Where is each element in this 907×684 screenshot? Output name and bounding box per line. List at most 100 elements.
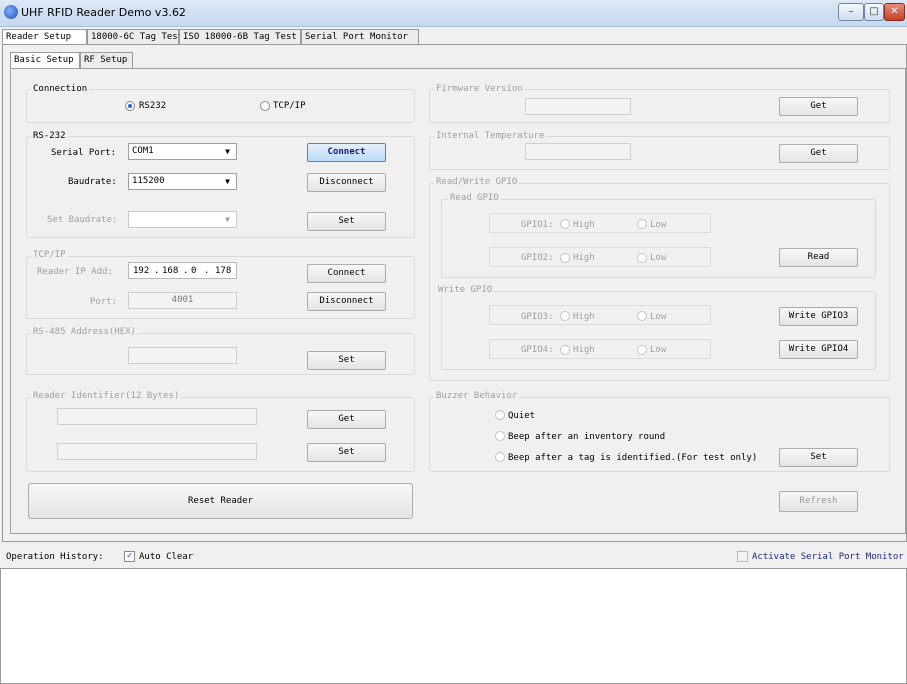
write-gpio3-button[interactable]: Write GPIO3 <box>779 307 858 326</box>
activate-monitor-label: Activate Serial Port Monitor <box>752 552 904 562</box>
activate-monitor-checkbox[interactable] <box>737 551 748 562</box>
tab-18000-6c[interactable]: 18000-6C Tag Test <box>87 29 183 44</box>
chevron-down-icon: ▼ <box>225 215 230 224</box>
rs232-label: RS232 <box>139 101 167 111</box>
tcpip-label: TCP/IP <box>273 101 306 111</box>
reader-ip-label: Reader IP Add: <box>37 267 113 277</box>
write-gpio4-button[interactable]: Write GPIO4 <box>779 340 858 359</box>
firmware-version-field <box>525 98 631 115</box>
tcpip-group-title: TCP/IP <box>31 250 68 260</box>
serial-port-select[interactable]: COM1 ▼ <box>128 143 237 160</box>
buzzer-after-tag-label: Beep after a tag is identified.(For test… <box>508 453 758 463</box>
temperature-field <box>525 143 631 160</box>
set-baudrate-button[interactable]: Set <box>307 212 386 231</box>
gpio3-label: GPIO3: <box>521 312 554 322</box>
chevron-down-icon: ▼ <box>225 177 230 186</box>
connection-group-title: Connection <box>31 84 90 94</box>
close-button[interactable]: ✕ <box>884 3 905 21</box>
ip-dot: . <box>154 266 160 276</box>
reader-identifier-group-title: Reader Identifier(12 Bytes) <box>31 391 182 401</box>
identifier-get-button[interactable]: Get <box>307 410 386 429</box>
maximize-button[interactable]: □ <box>864 3 884 21</box>
buzzer-after-round-label: Beep after an inventory round <box>508 432 666 442</box>
port-input[interactable]: 4001 <box>128 292 237 309</box>
buzzer-after-tag-radio[interactable] <box>495 452 505 462</box>
rs232-group-title: RS-232 <box>31 131 68 141</box>
baudrate-select[interactable]: 115200 ▼ <box>128 173 237 190</box>
rs232-disconnect-button[interactable]: Disconnect <box>307 173 386 192</box>
write-gpio-group-title: Write GPIO <box>436 285 495 295</box>
gpio4-label: GPIO4: <box>521 345 554 355</box>
gpio4-low-label: Low <box>650 345 667 355</box>
tab-reader-setup[interactable]: Reader Setup <box>2 29 87 45</box>
buzzer-set-button[interactable]: Set <box>779 448 858 467</box>
auto-clear-label: Auto Clear <box>139 552 194 562</box>
buzzer-quiet-radio[interactable] <box>495 410 505 420</box>
rs485-address-input[interactable] <box>128 347 237 364</box>
rs232-connect-button[interactable]: Connect <box>307 143 386 162</box>
rs232-radio[interactable] <box>125 101 135 111</box>
gpio2-label: GPIO2: <box>521 253 554 263</box>
gpio4-high-label: High <box>573 345 595 355</box>
rs485-group-title: RS-485 Address(HEX) <box>31 327 138 337</box>
gpio4-high-radio[interactable] <box>560 345 570 355</box>
identifier-set-button[interactable]: Set <box>307 443 386 462</box>
firmware-get-button[interactable]: Get <box>779 97 858 116</box>
gpio2-high-label: High <box>573 253 595 263</box>
ip-octet-4: 178 <box>215 266 232 276</box>
gpio4-low-radio[interactable] <box>637 345 647 355</box>
gpio1-high-label: High <box>573 220 595 230</box>
gpio1-high-radio[interactable] <box>560 219 570 229</box>
minimize-button[interactable]: – <box>838 3 864 21</box>
firmware-group-title: Firmware Version <box>434 84 525 94</box>
gpio3-high-radio[interactable] <box>560 311 570 321</box>
connection-group <box>26 89 415 123</box>
tcpip-disconnect-button[interactable]: Disconnect <box>307 292 386 311</box>
tab-serial-port-monitor[interactable]: Serial Port Monitor <box>301 29 419 44</box>
buzzer-quiet-label: Quiet <box>508 411 536 421</box>
gpio2-low-radio[interactable] <box>637 253 647 263</box>
serial-port-value: COM1 <box>132 146 154 156</box>
ip-octet-3: 0 <box>191 266 197 276</box>
temperature-get-button[interactable]: Get <box>779 144 858 163</box>
gpio1-low-label: Low <box>650 220 667 230</box>
operation-history-log[interactable] <box>0 568 907 684</box>
buzzer-group-title: Buzzer Behavior <box>434 391 520 401</box>
chevron-down-icon: ▼ <box>225 147 230 156</box>
gpio2-low-label: Low <box>650 253 667 263</box>
reset-reader-button[interactable]: Reset Reader <box>28 483 413 519</box>
app-icon <box>4 5 18 19</box>
ip-octet-1: 192 <box>133 266 150 276</box>
ip-octet-2: 168 <box>162 266 179 276</box>
refresh-button[interactable]: Refresh <box>779 491 858 512</box>
baudrate-label: Baudrate: <box>68 177 117 187</box>
window-title: UHF RFID Reader Demo v3.62 <box>21 6 186 19</box>
read-gpio-group-title: Read GPIO <box>448 193 501 203</box>
auto-clear-checkbox[interactable]: ✓ <box>124 551 135 562</box>
gpio-group-title: Read/Write GPIO <box>434 177 520 187</box>
reader-identifier-input-2[interactable] <box>57 443 257 460</box>
tcpip-radio[interactable] <box>260 101 270 111</box>
gpio-read-button[interactable]: Read <box>779 248 858 267</box>
tab-rf-setup[interactable]: RF Setup <box>80 52 133 68</box>
gpio1-low-radio[interactable] <box>637 219 647 229</box>
reader-ip-input[interactable]: 192 . 168 . 0 . 178 <box>128 262 237 279</box>
tcpip-connect-button[interactable]: Connect <box>307 264 386 283</box>
tab-iso-18000-6b[interactable]: ISO 18000-6B Tag Test <box>179 29 301 44</box>
ip-dot: . <box>183 266 189 276</box>
reader-identifier-input-1[interactable] <box>57 408 257 425</box>
buzzer-after-round-radio[interactable] <box>495 431 505 441</box>
tab-basic-setup[interactable]: Basic Setup <box>10 52 80 69</box>
set-baudrate-label: Set Baudrate: <box>47 215 118 225</box>
gpio3-low-label: Low <box>650 312 667 322</box>
operation-history-label: Operation History: <box>6 552 104 562</box>
gpio2-high-radio[interactable] <box>560 253 570 263</box>
rs485-set-button[interactable]: Set <box>307 351 386 370</box>
port-label: Port: <box>90 297 118 307</box>
ip-dot: . <box>204 266 210 276</box>
gpio3-high-label: High <box>573 312 595 322</box>
set-baudrate-select[interactable]: ▼ <box>128 211 237 228</box>
serial-port-label: Serial Port: <box>51 148 117 158</box>
gpio3-low-radio[interactable] <box>637 311 647 321</box>
gpio1-label: GPIO1: <box>521 220 554 230</box>
